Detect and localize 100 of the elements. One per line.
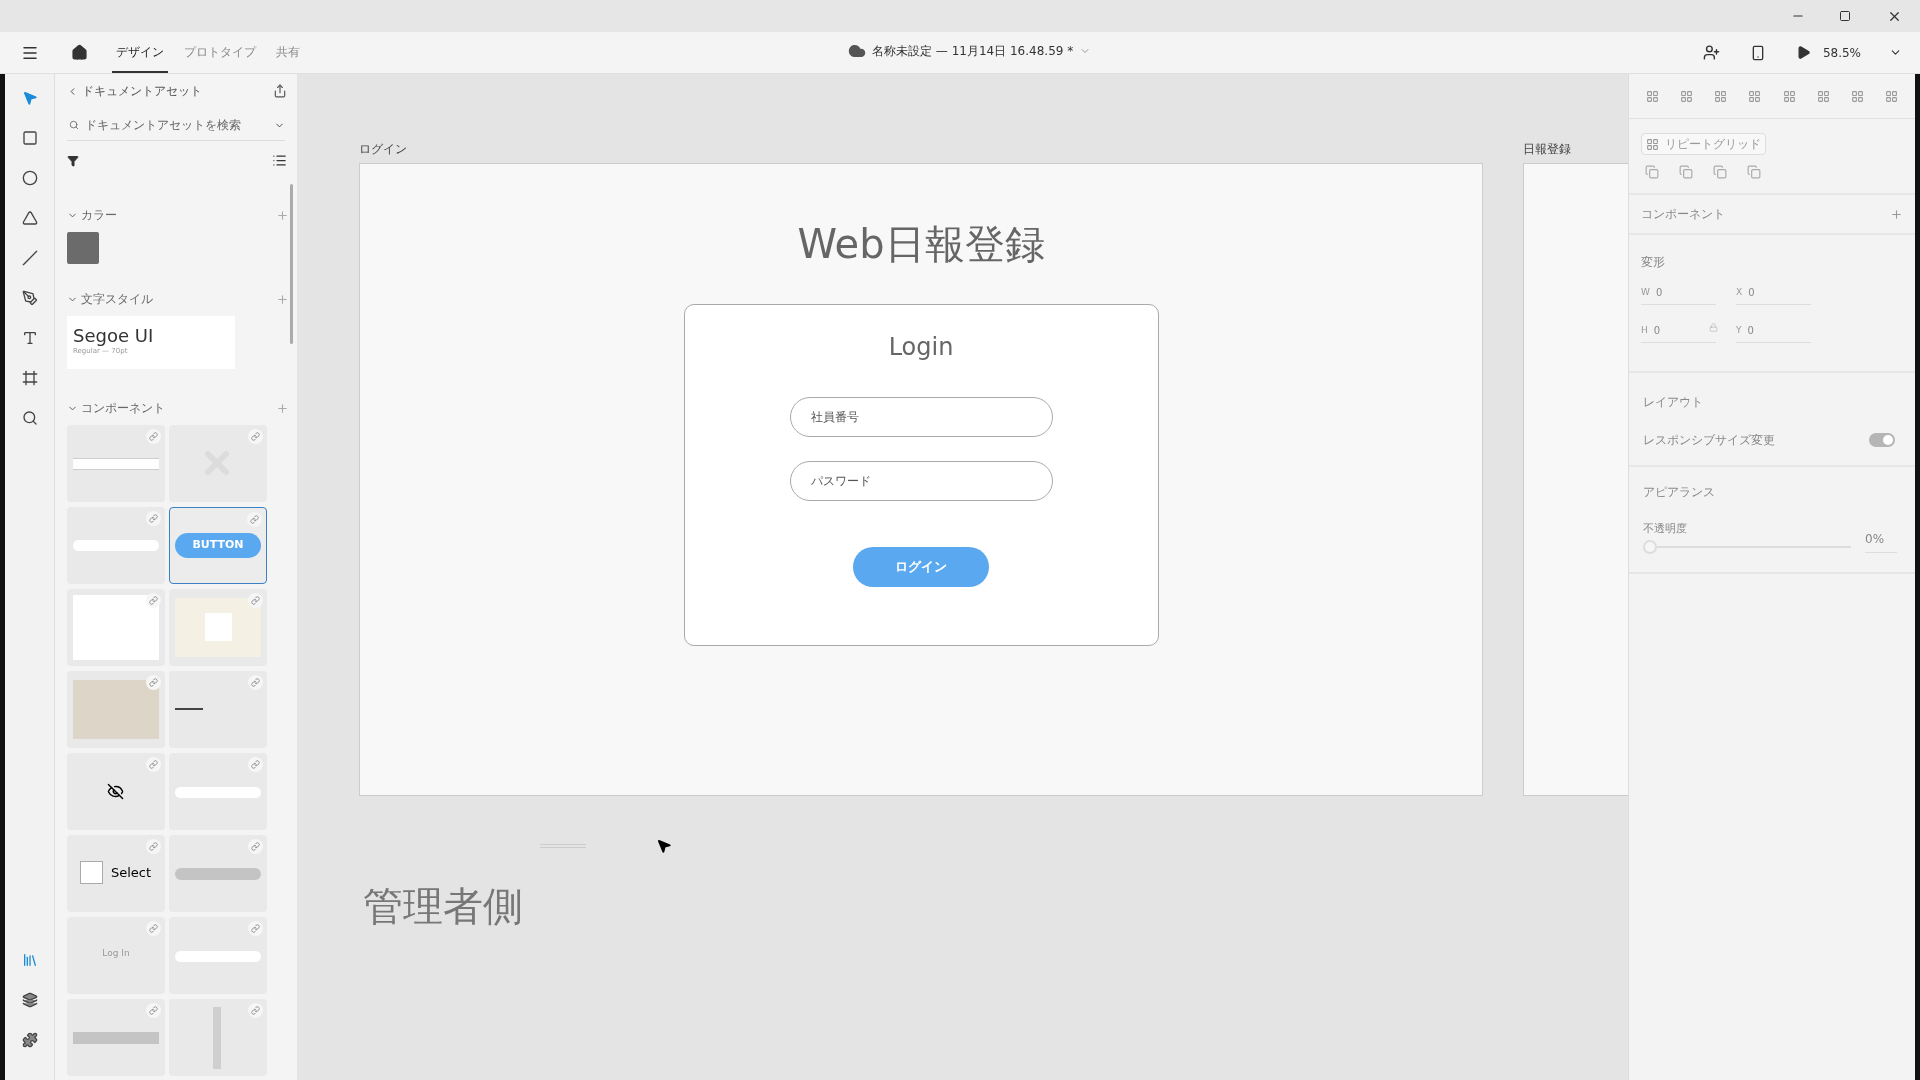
component-tile[interactable]: Select xyxy=(67,835,165,912)
link-icon xyxy=(146,593,161,608)
component-tile[interactable] xyxy=(169,671,267,748)
list-view-icon[interactable] xyxy=(272,153,287,168)
cloud-icon xyxy=(848,42,866,60)
add-icon[interactable] xyxy=(276,401,289,415)
select-tool-icon[interactable] xyxy=(21,90,38,106)
rectangle-tool-icon[interactable] xyxy=(21,130,38,146)
text-tool-icon[interactable] xyxy=(21,330,38,346)
component-tile[interactable] xyxy=(67,999,165,1076)
input-field[interactable]: パスワード xyxy=(789,461,1053,501)
artboard-label: ログイン xyxy=(359,141,408,158)
plugins-panel-icon[interactable] xyxy=(21,1032,38,1048)
number-field[interactable]: H 0 xyxy=(1641,323,1716,343)
component-tile[interactable]: BUTTON xyxy=(169,507,267,584)
export-icon[interactable] xyxy=(273,84,287,98)
component-tile[interactable] xyxy=(67,753,165,830)
component-tile[interactable] xyxy=(169,753,267,830)
ellipse-tool-icon[interactable] xyxy=(21,170,38,186)
column-thumbnail xyxy=(213,1007,221,1069)
section-heading: アピアランス xyxy=(1643,485,1715,499)
zoom-tool-icon[interactable] xyxy=(21,410,38,426)
section-heading: 文字スタイル xyxy=(81,291,153,308)
link-icon xyxy=(146,429,161,444)
panel-title: ドキュメントアセット xyxy=(82,83,202,100)
layers-panel-icon[interactable] xyxy=(21,992,38,1008)
opacity-slider[interactable] xyxy=(1643,539,1851,554)
add-icon[interactable] xyxy=(276,292,289,306)
play-icon[interactable] xyxy=(1795,45,1811,60)
share-user-icon[interactable] xyxy=(1702,44,1720,61)
input-field[interactable]: 社員番号 xyxy=(789,397,1053,437)
component-tile[interactable] xyxy=(169,425,267,502)
slider-label: 不透明度 xyxy=(1643,521,1688,537)
grid-icon xyxy=(1646,137,1659,151)
tab[interactable]: プロトタイプ xyxy=(180,32,260,73)
link-icon xyxy=(247,512,262,527)
number-field[interactable]: W 0 xyxy=(1641,285,1716,305)
link-icon xyxy=(146,675,161,690)
slider-thumb[interactable] xyxy=(1643,539,1657,554)
link-icon xyxy=(248,1003,263,1018)
link-icon xyxy=(146,511,161,526)
maximize-icon[interactable] xyxy=(1839,10,1851,22)
filter-icon[interactable] xyxy=(67,154,79,167)
eye-off-icon xyxy=(107,783,124,800)
toggle-label: レスポンシブサイズ変更 xyxy=(1643,432,1775,449)
number-field[interactable]: Y 0 xyxy=(1736,323,1811,343)
number-field[interactable]: X 0 xyxy=(1736,285,1811,305)
link-icon xyxy=(248,675,263,690)
component-tile[interactable] xyxy=(169,589,267,666)
search-icon xyxy=(69,120,79,130)
color-swatch[interactable] xyxy=(67,232,99,264)
link-icon xyxy=(146,1003,161,1018)
repeat-grid-button[interactable]: リピートグリッド xyxy=(1641,133,1766,155)
section-heading: カラー xyxy=(81,207,117,224)
zoom-level[interactable]: 58.5% xyxy=(1822,43,1861,62)
component-tile[interactable] xyxy=(169,917,267,994)
login-heading: Login xyxy=(888,332,954,363)
text-style-name: Segoe UI xyxy=(73,326,155,346)
artboard-label: 日報登録 xyxy=(1523,141,1572,158)
artboard-tool-icon[interactable] xyxy=(21,370,38,386)
add-icon[interactable] xyxy=(276,208,289,222)
section-heading: レイアウト xyxy=(1643,395,1703,409)
page-title: Web日報登録 xyxy=(797,220,1045,269)
link-icon xyxy=(248,839,263,854)
link-icon xyxy=(146,921,161,936)
tab[interactable]: 共有 xyxy=(272,32,304,73)
line-tool-icon[interactable] xyxy=(21,250,38,266)
component-tile[interactable] xyxy=(67,671,165,748)
scrollbar-thumb[interactable] xyxy=(290,184,293,344)
component-tile[interactable] xyxy=(67,425,165,502)
link-icon xyxy=(248,757,263,772)
checkbox-thumbnail xyxy=(80,861,103,884)
component-tile[interactable] xyxy=(169,999,267,1076)
link-icon xyxy=(248,921,263,936)
search-field[interactable]: ドキュメントアセットを検索 xyxy=(67,116,285,141)
log-in-thumbnail-text: Log In xyxy=(101,947,131,960)
component-tile[interactable] xyxy=(169,835,267,912)
cursor-icon xyxy=(656,838,672,854)
component-tile[interactable] xyxy=(67,507,165,584)
link-icon xyxy=(146,757,161,772)
login-button[interactable]: ログイン xyxy=(853,547,989,587)
checkbox-label: Select xyxy=(111,863,152,882)
assets-panel-icon[interactable] xyxy=(21,952,38,968)
section-heading: 変形 xyxy=(1641,255,1665,269)
add-icon[interactable] xyxy=(1890,207,1903,221)
document-title: 名称未設定 — 11月14日 16.48.59 * xyxy=(872,43,1074,60)
home-icon[interactable] xyxy=(71,44,88,61)
component-tile[interactable] xyxy=(67,589,165,666)
link-icon xyxy=(248,429,263,444)
opacity-reading[interactable]: 0% xyxy=(1865,530,1897,553)
canvas-note: 管理者側 xyxy=(363,882,523,931)
link-icon xyxy=(248,593,263,608)
component-tile[interactable]: Log In xyxy=(67,917,165,994)
pen-tool-icon[interactable] xyxy=(21,290,38,306)
section-heading: コンポーネント xyxy=(1641,206,1725,223)
lock-icon[interactable] xyxy=(1709,323,1718,332)
link-icon xyxy=(146,839,161,854)
button-thumbnail: BUTTON xyxy=(175,533,261,558)
polygon-tool-icon[interactable] xyxy=(21,210,38,226)
section-heading: コンポーネント xyxy=(81,400,165,417)
